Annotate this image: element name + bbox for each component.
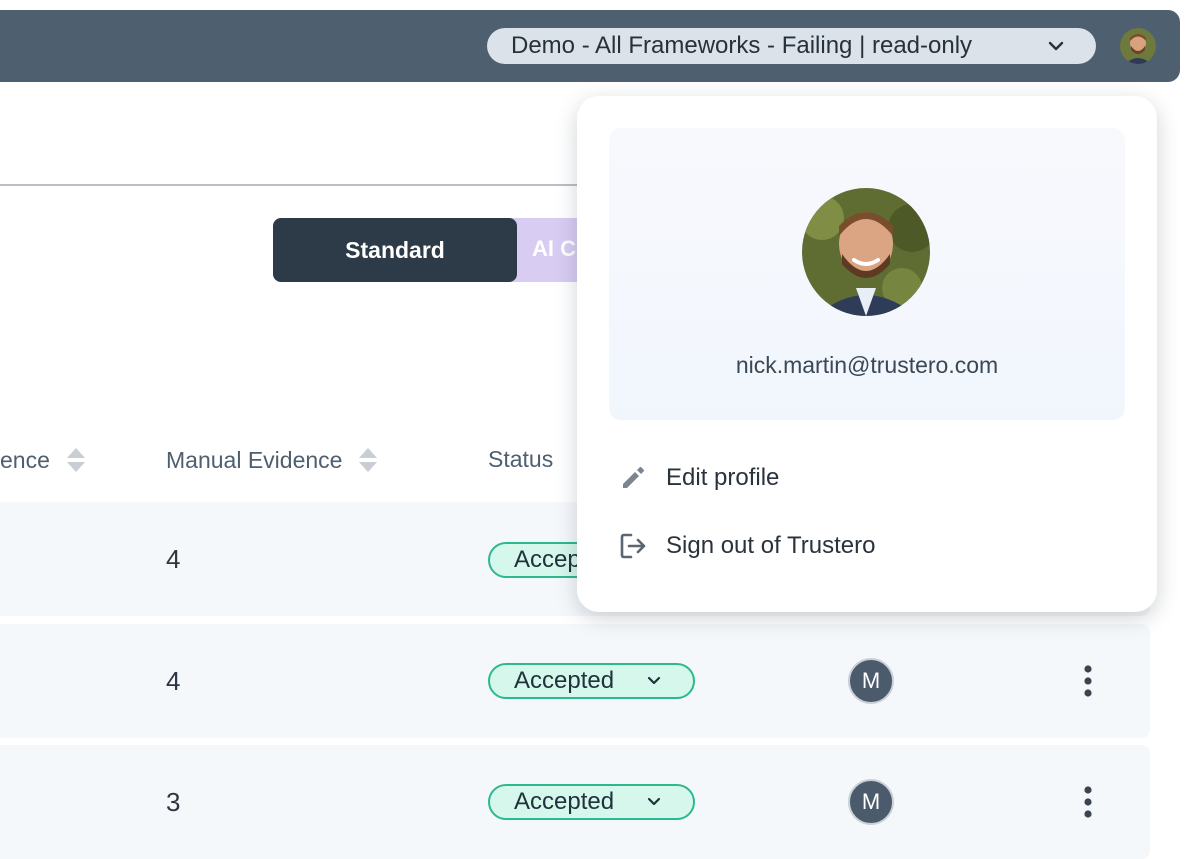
- chevron-down-icon: [1048, 41, 1064, 51]
- standard-toggle-label: Standard: [345, 236, 445, 263]
- environment-label: Demo - All Frameworks - Failing | read-o…: [511, 32, 973, 59]
- user-menu: nick.martin@trustero.com Edit profile Si…: [577, 96, 1157, 612]
- status-label: Accep: [514, 546, 581, 573]
- manual-evidence-count: 4: [166, 544, 181, 574]
- avatar: [1120, 28, 1156, 64]
- profile-card: nick.martin@trustero.com: [609, 128, 1125, 420]
- status-label: Accepted: [514, 788, 615, 815]
- column-header-manual-evidence[interactable]: Manual Evidence: [166, 446, 378, 474]
- user-email: nick.martin@trustero.com: [735, 352, 999, 378]
- chevron-down-icon: [647, 676, 661, 685]
- manual-evidence-count: 4: [166, 666, 181, 696]
- pencil-icon: [623, 467, 644, 488]
- top-bar: Demo - All Frameworks - Failing | read-o…: [0, 10, 1180, 82]
- user-avatar-button[interactable]: [1120, 28, 1156, 64]
- avatar: [802, 188, 930, 316]
- column-header-auto-evidence[interactable]: ence: [0, 446, 86, 474]
- profile-avatar: [802, 188, 930, 316]
- edit-profile-menu-item[interactable]: Edit profile: [609, 450, 1125, 506]
- column-header-status[interactable]: Status: [488, 446, 553, 473]
- owner-avatar[interactable]: M: [848, 779, 894, 825]
- column-label: Status: [488, 446, 554, 472]
- manual-evidence-count: 3: [166, 787, 181, 817]
- column-label: Manual Evidence: [166, 446, 343, 473]
- ai-toggle-label: AI C: [532, 236, 576, 261]
- menu-item-label: Edit profile: [666, 464, 780, 491]
- sign-out-icon: [620, 533, 646, 559]
- table-row[interactable]: 3 Accepted M: [0, 745, 1150, 859]
- column-label: ence: [0, 446, 50, 473]
- table-row[interactable]: 4 Accepted M: [0, 624, 1150, 738]
- view-toggle: AI C Standard: [273, 218, 593, 282]
- sort-icon[interactable]: [358, 446, 378, 474]
- more-options-icon[interactable]: [1076, 661, 1100, 701]
- sign-out-menu-item[interactable]: Sign out of Trustero: [609, 518, 1125, 574]
- chevron-down-icon: [647, 797, 661, 806]
- status-dropdown[interactable]: Accepted: [488, 663, 695, 699]
- header-divider: [0, 184, 600, 186]
- more-options-icon[interactable]: [1076, 782, 1100, 822]
- owner-initial: M: [861, 789, 881, 814]
- standard-toggle-button[interactable]: Standard: [273, 218, 517, 282]
- sort-icon[interactable]: [66, 446, 86, 474]
- owner-initial: M: [861, 668, 881, 693]
- menu-item-label: Sign out of Trustero: [666, 532, 876, 559]
- status-label: Accepted: [514, 667, 615, 694]
- owner-avatar[interactable]: M: [848, 658, 894, 704]
- status-dropdown[interactable]: Accepted: [488, 784, 695, 820]
- environment-selector[interactable]: Demo - All Frameworks - Failing | read-o…: [487, 28, 1096, 64]
